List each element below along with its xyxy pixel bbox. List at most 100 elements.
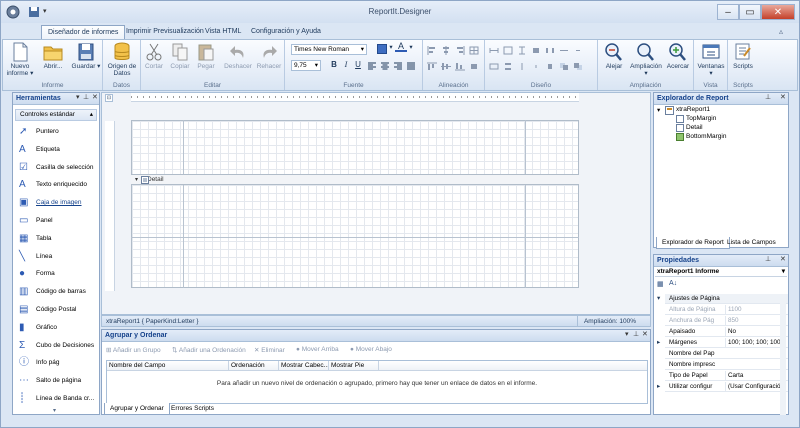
toolbox-close-icon[interactable]: ✕ (92, 93, 98, 101)
expand-icon[interactable]: ▸ (657, 338, 660, 347)
tool-chart[interactable]: ▮ Gráfico (15, 319, 108, 336)
explorer-autohide-icon[interactable]: ⊥ (765, 93, 771, 101)
tree-expand-icon[interactable]: ▾ (657, 106, 660, 114)
tool-richtext[interactable]: A Texto enriquecido (15, 176, 108, 193)
size-to-grid-icon[interactable] (469, 62, 479, 71)
property-row[interactable]: Ajustes de Página ▾ (657, 294, 788, 304)
align-center-icon[interactable] (380, 62, 390, 71)
tool-zipcode[interactable]: ▤ Código Postal (15, 301, 108, 318)
bring-to-front-icon[interactable] (559, 62, 569, 71)
undo-button[interactable]: Deshacer (223, 42, 253, 70)
tool-pivot[interactable]: Σ Cubo de Decisiones (15, 337, 108, 354)
properties-autohide-icon[interactable]: ⊥ (765, 255, 771, 263)
collapse-ribbon-icon[interactable]: ▵ (779, 27, 783, 36)
property-row[interactable]: Anchura de Pág 850 (665, 316, 788, 326)
property-row[interactable]: Utilizar configur (Usar Configuració... ▸ (657, 382, 788, 392)
tool-barcode[interactable]: ▥ Código de barras (15, 283, 108, 300)
back-color-dropdown-icon[interactable]: ▾ (388, 44, 394, 51)
open-button[interactable]: Abrir... (38, 42, 68, 70)
new-report-button[interactable]: Nuevo informe ▾ (5, 42, 35, 77)
expand-icon[interactable]: ▾ (657, 294, 660, 303)
col-show-header[interactable]: Mostrar Cabec... (279, 361, 329, 371)
align-left-icon[interactable] (367, 62, 377, 71)
data-source-button[interactable]: Origen de Datos (106, 42, 138, 77)
detail-band-header[interactable]: ▾ Detail (131, 174, 579, 185)
italic-button[interactable]: I (341, 61, 351, 69)
zoom-out-button[interactable]: Alejar (600, 42, 628, 70)
col-field-name[interactable]: Nombre del Campo (107, 361, 229, 371)
align-rights-icon[interactable] (455, 46, 465, 55)
grouping-autohide-icon[interactable]: ⊥ (633, 330, 639, 338)
property-row[interactable]: Tipo de Papel Carta (665, 371, 788, 381)
zoom-button[interactable]: Ampliación ▾ (628, 42, 664, 77)
tool-table[interactable]: ▦ Tabla (15, 230, 108, 247)
band-collapse-icon[interactable]: ▾ (135, 175, 138, 185)
tab-disenador[interactable]: Diseñador de informes (41, 25, 126, 39)
delete-button[interactable]: ✕ Eliminar (254, 346, 285, 354)
underline-button[interactable]: U (353, 61, 363, 69)
tab-grouping[interactable]: Agrupar y Ordenar (104, 403, 170, 415)
tree-detail[interactable]: Detail (686, 124, 703, 131)
font-size-select[interactable]: 9,75 ▾ (291, 60, 321, 71)
tab-field-list[interactable]: Lista de Campos (722, 237, 781, 248)
tool-pointer[interactable]: ➚ Puntero (15, 123, 108, 140)
object-selector[interactable]: xtraReport1 Informe ▾ (655, 267, 787, 277)
tool-line[interactable]: ╲ Línea (15, 248, 108, 265)
toolbox-autohide-icon[interactable]: ⊥ (83, 93, 89, 101)
toolbox-section-header[interactable]: Controles estándar ▴ (15, 109, 97, 121)
tab-vista-html[interactable]: Vista HTML (199, 25, 247, 39)
make-same-size-icon[interactable] (531, 46, 541, 55)
property-row[interactable]: Nombre impresc (665, 360, 788, 370)
top-margin-band[interactable] (131, 120, 579, 174)
tool-panel[interactable]: ▭ Panel (15, 212, 108, 229)
remove-h-spacing-icon[interactable] (489, 62, 499, 71)
add-sort-button[interactable]: ⇅ Añadir una Ordenación (172, 346, 246, 354)
move-down-button[interactable]: ● Mover Abajo (350, 346, 392, 353)
bold-button[interactable]: B (329, 61, 339, 69)
minimize-button[interactable]: – (717, 4, 739, 20)
col-sort[interactable]: Ordenación (229, 361, 279, 371)
grouping-pin-icon[interactable]: ▾ (625, 330, 629, 338)
col-show-footer[interactable]: Mostrar Pie (329, 361, 379, 371)
font-name-select[interactable]: Times New Roman ▾ (291, 44, 367, 55)
size-to-grid-icon-2[interactable] (503, 46, 513, 55)
toolbox-pin-icon[interactable]: ▾ (76, 93, 80, 101)
property-row[interactable]: Nombre del Pap (665, 349, 788, 359)
properties-close-icon[interactable]: ✕ (780, 255, 786, 263)
tool-pageinfo[interactable]: ⓘ Info pág (15, 354, 108, 371)
increase-v-spacing-icon[interactable] (517, 62, 527, 71)
redo-button[interactable]: Rehacer (254, 42, 284, 70)
tree-topmargin[interactable]: TopMargin (686, 115, 716, 122)
make-same-height-icon[interactable] (517, 46, 527, 55)
maximize-button[interactable]: ▭ (739, 4, 761, 20)
align-bottoms-icon[interactable] (455, 62, 465, 71)
categorized-icon[interactable]: ▦ (657, 280, 664, 288)
tool-label[interactable]: A Etiqueta (15, 141, 108, 158)
move-up-button[interactable]: ● Mover Arriba (296, 346, 339, 353)
add-group-button[interactable]: ⊞ Añadir un Grupo (106, 346, 161, 354)
vertical-spacing-equal-icon[interactable] (503, 62, 513, 71)
center-horizontally-icon[interactable] (545, 62, 555, 71)
align-grid-icon[interactable] (469, 46, 479, 55)
increase-h-spacing-icon[interactable] (559, 46, 569, 55)
cut-button[interactable]: Cortar (141, 42, 167, 70)
close-button[interactable]: ✕ (761, 4, 795, 20)
decrease-v-spacing-icon[interactable] (531, 62, 541, 71)
property-scrollbar[interactable] (780, 295, 786, 415)
copy-button[interactable]: Copiar (167, 42, 193, 70)
justify-icon[interactable] (406, 62, 416, 71)
tool-pagebreak[interactable]: ⋯ Salto de página (15, 372, 108, 389)
tab-script-errors[interactable]: Errores Scripts (166, 403, 219, 414)
tree-bottommargin[interactable]: BottomMargin (686, 133, 726, 140)
font-color-dropdown-icon[interactable]: ▾ (408, 44, 414, 51)
tab-report-explorer[interactable]: Explorador de Report (656, 237, 730, 249)
property-row[interactable]: Márgenes 100; 100; 100; 100 ▸ (657, 338, 788, 348)
detail-band[interactable] (131, 185, 579, 288)
align-right-icon[interactable] (393, 62, 403, 71)
make-same-width-icon[interactable] (489, 46, 499, 55)
paste-button[interactable]: Pegar (193, 42, 219, 70)
scripts-button[interactable]: Scripts (729, 42, 757, 70)
zoom-in-button[interactable]: Acercar (664, 42, 692, 70)
align-tops-icon[interactable] (427, 62, 437, 71)
ruler-corner-button[interactable]: ⊡ (105, 94, 113, 102)
